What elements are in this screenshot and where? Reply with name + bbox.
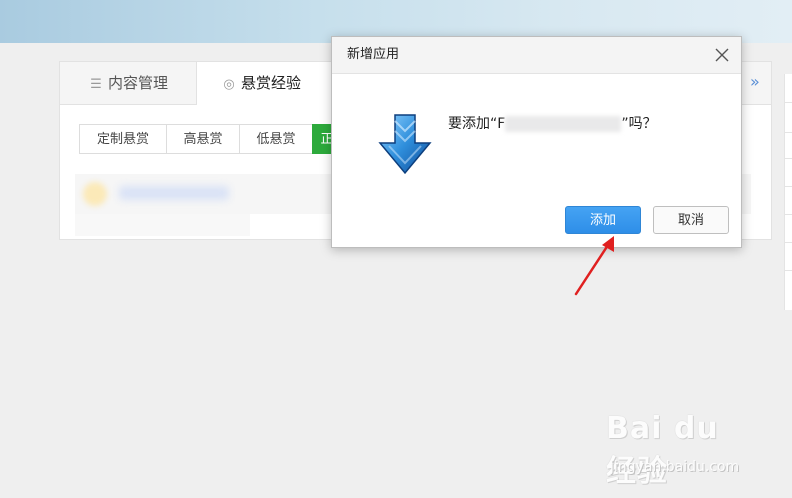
side-panel-edge xyxy=(784,74,792,310)
dialog-header: 新增应用 xyxy=(332,37,741,74)
filter-high-reward[interactable]: 高悬赏 xyxy=(166,124,240,154)
filter-low-reward[interactable]: 低悬赏 xyxy=(239,124,313,154)
tab-content-management[interactable]: ☰ 内容管理 xyxy=(60,62,196,104)
message-prefix: 要添加“F xyxy=(448,116,506,132)
watermark-url: jingyan.baidu.com xyxy=(610,459,740,475)
reward-icon: ◎ xyxy=(223,77,235,92)
download-arrow-icon xyxy=(378,114,432,175)
tab-label: 内容管理 xyxy=(107,74,168,92)
redacted-app-name xyxy=(505,116,622,132)
close-icon[interactable] xyxy=(710,43,734,67)
filter-custom-reward[interactable]: 定制悬赏 xyxy=(79,124,167,154)
tab-label: 悬赏经验 xyxy=(241,74,302,92)
tab-reward-experience[interactable]: ◎ 悬赏经验 xyxy=(196,62,338,105)
coin-icon xyxy=(83,182,107,206)
watermark: Bai du 经验 jingyan.baidu.com xyxy=(606,411,756,489)
add-app-dialog: 新增应用 要添加“F ”吗？ 添加 取消 xyxy=(331,36,742,248)
dialog-title: 新增应用 xyxy=(347,47,400,62)
message-suffix: ”吗？ xyxy=(621,116,657,132)
more-tabs-icon[interactable]: » xyxy=(750,72,760,91)
dialog-message: 要添加“F ”吗？ xyxy=(448,113,657,133)
cancel-button[interactable]: 取消 xyxy=(653,206,729,234)
add-button[interactable]: 添加 xyxy=(565,206,641,234)
annotation-arrow xyxy=(574,236,614,296)
blurred-text xyxy=(119,186,229,200)
list-item-blurred xyxy=(75,214,250,236)
watermark-brand: Bai du 经验 xyxy=(606,411,719,489)
list-icon: ☰ xyxy=(90,77,102,92)
